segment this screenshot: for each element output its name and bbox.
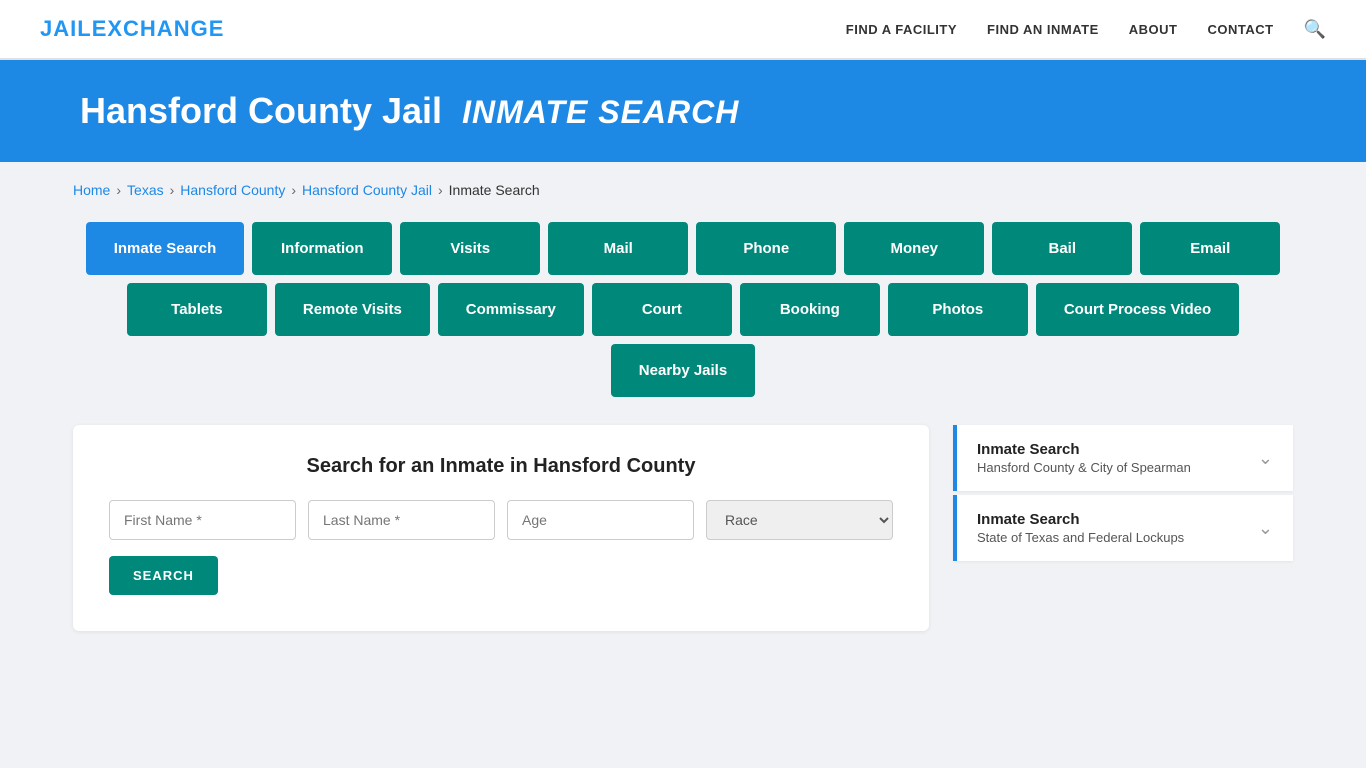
nav-btn-commissary[interactable]: Commissary — [438, 283, 584, 336]
nav-btn-booking[interactable]: Booking — [740, 283, 880, 336]
breadcrumb-sep-3: › — [291, 182, 296, 198]
breadcrumb: Home › Texas › Hansford County › Hansfor… — [73, 182, 1293, 198]
nav-btn-information[interactable]: Information — [252, 222, 392, 275]
page-title: Hansford County Jail INMATE SEARCH — [80, 90, 1286, 132]
site-header: JAILEXCHANGE FIND A FACILITY FIND AN INM… — [0, 0, 1366, 60]
main-nav: FIND A FACILITY FIND AN INMATE ABOUT CON… — [846, 19, 1326, 40]
breadcrumb-texas[interactable]: Texas — [127, 182, 164, 198]
nav-btn-inmate-search[interactable]: Inmate Search — [86, 222, 245, 275]
first-name-input[interactable] — [109, 500, 296, 540]
nav-btn-photos[interactable]: Photos — [888, 283, 1028, 336]
hero-banner: Hansford County Jail INMATE SEARCH — [0, 60, 1366, 162]
breadcrumb-sep-4: › — [438, 182, 443, 198]
section-nav-buttons: Inmate Search Information Visits Mail Ph… — [73, 222, 1293, 397]
sidebar-item-state-title: Inmate Search — [977, 511, 1184, 528]
chevron-down-icon: ⌄ — [1258, 448, 1273, 469]
nav-btn-email[interactable]: Email — [1140, 222, 1280, 275]
nav-btn-nearby-jails[interactable]: Nearby Jails — [611, 344, 755, 397]
nav-btn-court[interactable]: Court — [592, 283, 732, 336]
search-icon[interactable]: 🔍 — [1304, 19, 1326, 40]
breadcrumb-sep-2: › — [170, 182, 175, 198]
last-name-input[interactable] — [308, 500, 495, 540]
nav-contact[interactable]: CONTACT — [1207, 22, 1273, 37]
nav-btn-mail[interactable]: Mail — [548, 222, 688, 275]
nav-btn-court-process-video[interactable]: Court Process Video — [1036, 283, 1239, 336]
search-fields: Race White Black Hispanic Asian Other — [109, 500, 893, 540]
site-logo[interactable]: JAILEXCHANGE — [40, 16, 224, 42]
nav-btn-remote-visits[interactable]: Remote Visits — [275, 283, 430, 336]
page-title-italic: INMATE SEARCH — [462, 94, 739, 130]
nav-find-inmate[interactable]: FIND AN INMATE — [987, 22, 1099, 37]
nav-find-facility[interactable]: FIND A FACILITY — [846, 22, 957, 37]
nav-btn-money[interactable]: Money — [844, 222, 984, 275]
sidebar-item-state-subtitle: State of Texas and Federal Lockups — [977, 530, 1184, 545]
nav-btn-visits[interactable]: Visits — [400, 222, 540, 275]
chevron-down-icon-2: ⌄ — [1258, 518, 1273, 539]
nav-btn-bail[interactable]: Bail — [992, 222, 1132, 275]
breadcrumb-home[interactable]: Home — [73, 182, 110, 198]
search-title: Search for an Inmate in Hansford County — [109, 455, 893, 478]
main-content: Home › Texas › Hansford County › Hansfor… — [33, 162, 1333, 651]
logo-jail: JAIL — [40, 16, 92, 41]
breadcrumb-jail[interactable]: Hansford County Jail — [302, 182, 432, 198]
search-button[interactable]: SEARCH — [109, 556, 218, 595]
sidebar-item-county-title: Inmate Search — [977, 441, 1191, 458]
nav-about[interactable]: ABOUT — [1129, 22, 1178, 37]
sidebar-item-state-search[interactable]: Inmate Search State of Texas and Federal… — [953, 495, 1293, 561]
breadcrumb-sep-1: › — [116, 182, 121, 198]
page-title-main: Hansford County Jail — [80, 90, 442, 131]
sidebar: Inmate Search Hansford County & City of … — [953, 425, 1293, 565]
sidebar-item-county-subtitle: Hansford County & City of Spearman — [977, 460, 1191, 475]
nav-btn-tablets[interactable]: Tablets — [127, 283, 267, 336]
age-input[interactable] — [507, 500, 694, 540]
main-layout: Search for an Inmate in Hansford County … — [73, 425, 1293, 631]
inmate-search-box: Search for an Inmate in Hansford County … — [73, 425, 929, 631]
logo-exchange: EXCHANGE — [92, 16, 225, 41]
nav-btn-phone[interactable]: Phone — [696, 222, 836, 275]
breadcrumb-county[interactable]: Hansford County — [180, 182, 285, 198]
breadcrumb-current: Inmate Search — [449, 182, 540, 198]
race-select[interactable]: Race White Black Hispanic Asian Other — [706, 500, 893, 540]
sidebar-item-county-search[interactable]: Inmate Search Hansford County & City of … — [953, 425, 1293, 491]
